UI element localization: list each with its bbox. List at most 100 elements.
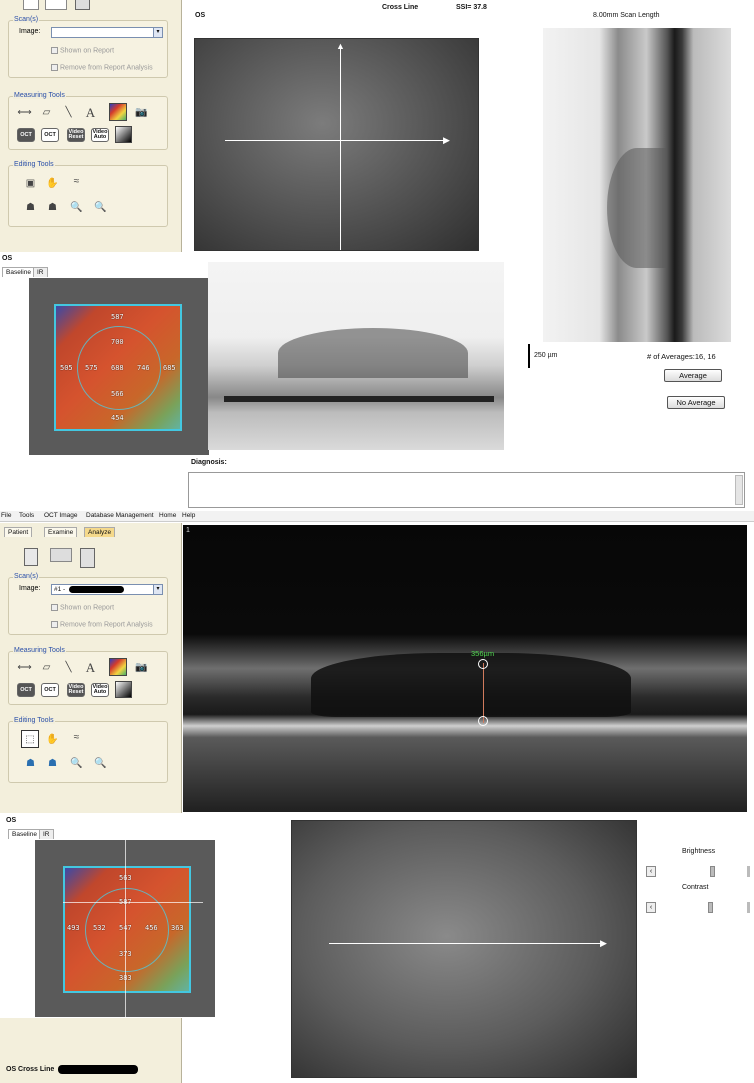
thickness-value: 493 bbox=[67, 924, 80, 932]
top-thickness-fundus[interactable]: 587 700 505 575 688 746 685 566 454 bbox=[29, 278, 209, 455]
tab-examine[interactable]: Examine bbox=[44, 527, 78, 537]
average-button[interactable]: Average bbox=[664, 369, 722, 382]
scans-title: Scan(s) bbox=[13, 16, 40, 23]
chevron-left-icon[interactable]: ‹ bbox=[646, 866, 656, 877]
hand-icon[interactable]: ✋ bbox=[45, 176, 60, 191]
zoom-in-icon[interactable]: 🔍 bbox=[69, 756, 84, 771]
redacted-bar bbox=[69, 585, 125, 593]
camera-icon[interactable]: 📷 bbox=[134, 660, 149, 675]
diagnosis-scrollbar[interactable] bbox=[735, 475, 743, 505]
zoom-in-icon[interactable]: 🔍 bbox=[69, 200, 84, 215]
camera-icon[interactable]: 📷 bbox=[134, 105, 149, 120]
menu-help[interactable]: Help bbox=[182, 511, 195, 521]
chevron-left-icon[interactable]: ‹ bbox=[646, 902, 656, 913]
shown-on-report-checkbox[interactable]: Shown on Report bbox=[51, 47, 114, 54]
color-map-icon[interactable] bbox=[109, 658, 127, 676]
oct-index-label: 1 bbox=[186, 527, 190, 534]
gradient-icon[interactable] bbox=[115, 126, 132, 143]
thickness-value: 454 bbox=[111, 414, 124, 422]
editing-tools-title: Editing Tools bbox=[13, 717, 55, 724]
line-icon[interactable]: ╲ bbox=[61, 105, 76, 120]
scan-length-label: 8.00mm Scan Length bbox=[593, 12, 660, 19]
averages-label: # of Averages:16, 16 bbox=[647, 352, 716, 361]
thickness-value: 685 bbox=[163, 364, 176, 372]
video-auto-button[interactable]: Video Auto bbox=[91, 128, 109, 142]
video-reset-button[interactable]: Video Reset bbox=[67, 128, 85, 142]
color-map-icon[interactable] bbox=[109, 103, 127, 121]
layer-down-icon[interactable]: ☗ bbox=[45, 756, 60, 771]
measurement-line[interactable] bbox=[483, 663, 484, 723]
remove-from-report-checkbox[interactable]: Remove from Report Analysis bbox=[51, 621, 153, 628]
oct-button-dark[interactable]: OCT bbox=[17, 128, 35, 142]
gradient-icon[interactable] bbox=[115, 681, 132, 698]
video-reset-button[interactable]: Video Reset bbox=[67, 683, 85, 697]
print-icon[interactable] bbox=[80, 548, 95, 568]
select-icon[interactable]: ▣ bbox=[23, 176, 38, 191]
curve-icon[interactable]: ≈ bbox=[69, 174, 84, 189]
brightness-slider[interactable]: ‹ bbox=[646, 866, 752, 877]
select-icon[interactable]: ⬚ bbox=[21, 730, 39, 748]
document-icon[interactable] bbox=[23, 0, 39, 10]
image-select[interactable]: ▾ bbox=[51, 27, 163, 38]
bottom-oct-bscan[interactable]: 1 356µm bbox=[183, 525, 747, 812]
caliper-icon[interactable]: ⟷ bbox=[17, 660, 32, 675]
menu-tools[interactable]: Tools bbox=[19, 511, 34, 521]
bottom-eye-label: OS bbox=[6, 817, 17, 824]
text-icon[interactable]: A bbox=[83, 660, 98, 675]
area-icon[interactable]: ▱ bbox=[39, 660, 54, 675]
area-icon[interactable]: ▱ bbox=[39, 105, 54, 120]
image-select[interactable]: #1 - ▾ bbox=[51, 584, 163, 595]
caliper-icon[interactable]: ⟷ bbox=[17, 105, 32, 120]
contrast-slider-thumb[interactable] bbox=[708, 902, 713, 913]
contrast-slider[interactable]: ‹ bbox=[646, 902, 752, 913]
top-fundus-image[interactable]: ▲ ▶ bbox=[194, 38, 479, 251]
tab-baseline[interactable]: Baseline bbox=[8, 829, 41, 839]
oct-button-light[interactable]: OCT bbox=[41, 683, 59, 697]
menu-home[interactable]: Home bbox=[159, 511, 176, 521]
vertical-oct-bscan[interactable] bbox=[543, 28, 731, 342]
measurement-start-handle[interactable] bbox=[478, 659, 488, 669]
report-icon[interactable] bbox=[50, 548, 72, 562]
diagnosis-textarea[interactable] bbox=[188, 472, 745, 508]
line-icon[interactable]: ╲ bbox=[61, 660, 76, 675]
text-icon[interactable]: A bbox=[83, 105, 98, 120]
bottom-thickness-fundus[interactable]: 563 587 493 532 547 456 363 373 383 bbox=[35, 840, 215, 1017]
curve-icon[interactable]: ≈ bbox=[69, 730, 84, 745]
layer-up-icon[interactable]: ☗ bbox=[23, 756, 38, 771]
no-average-button[interactable]: No Average bbox=[667, 396, 725, 409]
brightness-slider-thumb[interactable] bbox=[710, 866, 715, 877]
bottom-left-panel: Patient Examine Analyze Scan(s) Image: #… bbox=[0, 523, 182, 813]
chevron-down-icon[interactable]: ▾ bbox=[153, 28, 162, 37]
bottom-fundus-image[interactable]: ▶ bbox=[291, 820, 637, 1078]
layer-up-icon[interactable]: ☗ bbox=[23, 200, 38, 215]
slider-end-marker bbox=[747, 866, 750, 877]
menu-oct-image[interactable]: OCT Image bbox=[44, 511, 77, 521]
horizontal-oct-bscan[interactable] bbox=[208, 262, 504, 450]
measurement-end-handle[interactable] bbox=[478, 716, 488, 726]
oct-button-dark[interactable]: OCT bbox=[17, 683, 35, 697]
arrow-right-icon: ▶ bbox=[600, 938, 607, 948]
shown-on-report-checkbox[interactable]: Shown on Report bbox=[51, 604, 114, 611]
video-auto-button[interactable]: Video Auto bbox=[91, 683, 109, 697]
report-icon[interactable] bbox=[45, 0, 67, 10]
chevron-down-icon[interactable]: ▾ bbox=[153, 585, 162, 594]
layer-down-icon[interactable]: ☗ bbox=[45, 200, 60, 215]
header-eye-label: OS bbox=[195, 12, 206, 19]
tab-ir[interactable]: IR bbox=[39, 829, 54, 839]
horizontal-scan-line bbox=[329, 943, 604, 944]
tab-patient[interactable]: Patient bbox=[4, 527, 33, 537]
scans-title: Scan(s) bbox=[13, 573, 40, 580]
tab-analyze[interactable]: Analyze bbox=[84, 527, 116, 537]
oct-button-light[interactable]: OCT bbox=[41, 128, 59, 142]
menu-database-management[interactable]: Database Management bbox=[86, 511, 154, 521]
image-label: Image: bbox=[19, 28, 41, 35]
zoom-out-icon[interactable]: 🔍 bbox=[93, 200, 108, 215]
document-icon[interactable] bbox=[24, 548, 38, 566]
remove-from-report-checkbox[interactable]: Remove from Report Analysis bbox=[51, 64, 153, 71]
print-icon[interactable] bbox=[75, 0, 90, 10]
hand-icon[interactable]: ✋ bbox=[45, 732, 60, 747]
tab-ir[interactable]: IR bbox=[33, 267, 48, 277]
tab-baseline[interactable]: Baseline bbox=[2, 267, 35, 277]
zoom-out-icon[interactable]: 🔍 bbox=[93, 756, 108, 771]
menu-file[interactable]: File bbox=[1, 511, 11, 521]
